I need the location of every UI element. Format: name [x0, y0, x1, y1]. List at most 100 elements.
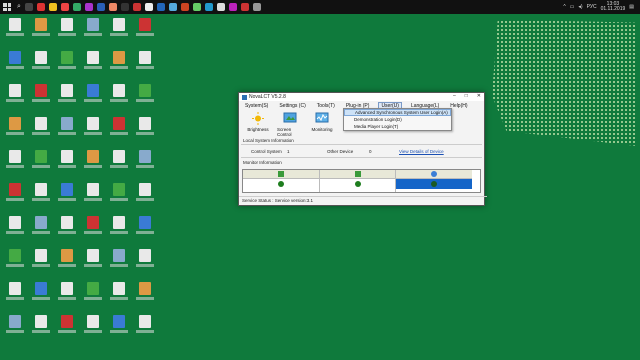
desktop-shortcut-icon[interactable] [134, 216, 156, 242]
desktop-shortcut-icon[interactable] [134, 51, 156, 77]
desktop-shortcut-icon[interactable] [56, 282, 78, 308]
app-icon[interactable] [72, 3, 81, 11]
notifications-icon[interactable]: ▤ [629, 4, 634, 10]
desktop-shortcut-icon[interactable] [30, 84, 52, 110]
desktop-shortcut-icon[interactable] [108, 117, 130, 143]
view-details-link[interactable]: View Details of Device [399, 149, 444, 154]
desktop-shortcut-icon[interactable] [4, 18, 26, 44]
app-icon[interactable] [120, 3, 129, 11]
monitor-card-1[interactable] [243, 170, 319, 192]
desktop-shortcut-icon[interactable] [108, 282, 130, 308]
novalct-task-icon[interactable] [252, 3, 261, 11]
desktop-shortcut-icon[interactable] [56, 249, 78, 275]
desktop-shortcut-icon[interactable] [82, 84, 104, 110]
close-button[interactable]: ✕ [477, 93, 481, 99]
app-icon[interactable] [60, 3, 69, 11]
desktop-shortcut-icon[interactable] [56, 84, 78, 110]
clock[interactable]: 13:03 01.11.2019 [601, 2, 626, 12]
desktop-shortcut-icon[interactable] [82, 183, 104, 209]
desktop-shortcut-icon[interactable] [82, 51, 104, 77]
desktop-shortcut-icon[interactable] [134, 117, 156, 143]
media-player-login-item[interactable]: Media Player Login(T) [344, 123, 451, 130]
desktop-shortcut-icon[interactable] [56, 315, 78, 341]
app-icon[interactable] [96, 3, 105, 11]
language-indicator[interactable]: РУС [587, 4, 597, 10]
app-icon[interactable] [228, 3, 237, 11]
desktop-shortcut-icon[interactable] [82, 117, 104, 143]
desktop-shortcut-icon[interactable] [134, 282, 156, 308]
search-icon[interactable]: ⌕ [17, 3, 21, 11]
demonstration-login-item[interactable]: Demonstration Login(D) [344, 116, 451, 123]
chevron-up-icon[interactable]: ^ [563, 4, 565, 10]
minimize-button[interactable]: – [453, 93, 456, 99]
app-icon[interactable] [240, 3, 249, 11]
brightness-button[interactable]: Brightness [245, 112, 271, 138]
desktop-shortcut-icon[interactable] [4, 216, 26, 242]
desktop-shortcut-icon[interactable] [82, 18, 104, 44]
desktop-shortcut-icon[interactable] [134, 84, 156, 110]
app-icon[interactable] [216, 3, 225, 11]
monitor-card-2[interactable] [319, 170, 396, 192]
app-icon[interactable] [180, 3, 189, 11]
desktop-shortcut-icon[interactable] [56, 117, 78, 143]
desktop-shortcut-icon[interactable] [108, 249, 130, 275]
desktop-shortcut-icon[interactable] [56, 18, 78, 44]
desktop-shortcut-icon[interactable] [30, 150, 52, 176]
desktop-shortcut-icon[interactable] [30, 18, 52, 44]
volume-icon[interactable]: ◂) [578, 4, 582, 10]
app-icon[interactable] [132, 3, 141, 11]
app-icon[interactable] [144, 3, 153, 11]
desktop-shortcut-icon[interactable] [82, 282, 104, 308]
maximize-button[interactable]: □ [465, 93, 468, 99]
desktop-shortcut-icon[interactable] [134, 249, 156, 275]
desktop-shortcut-icon[interactable] [4, 282, 26, 308]
desktop-shortcut-icon[interactable] [4, 183, 26, 209]
desktop-shortcut-icon[interactable] [134, 18, 156, 44]
desktop-shortcut-icon[interactable] [4, 84, 26, 110]
opera-icon[interactable] [36, 3, 45, 11]
menu-tools[interactable]: Tools(T) [315, 103, 337, 109]
desktop-shortcut-icon[interactable] [56, 51, 78, 77]
desktop-shortcut-icon[interactable] [4, 315, 26, 341]
screen-control-button[interactable]: Screen Control [277, 112, 303, 138]
app-icon[interactable] [204, 3, 213, 11]
desktop-shortcut-icon[interactable] [30, 117, 52, 143]
desktop-shortcut-icon[interactable] [82, 315, 104, 341]
start-button[interactable] [3, 3, 11, 11]
desktop-shortcut-icon[interactable] [56, 216, 78, 242]
desktop-shortcut-icon[interactable] [134, 183, 156, 209]
chrome-icon[interactable] [48, 3, 57, 11]
desktop-shortcut-icon[interactable] [30, 315, 52, 341]
menu-system[interactable]: System(S) [243, 103, 270, 109]
desktop-shortcut-icon[interactable] [30, 282, 52, 308]
app-icon[interactable] [168, 3, 177, 11]
app-icon[interactable] [192, 3, 201, 11]
desktop-shortcut-icon[interactable] [108, 216, 130, 242]
desktop-shortcut-icon[interactable] [108, 51, 130, 77]
desktop-shortcut-icon[interactable] [30, 183, 52, 209]
desktop-shortcut-icon[interactable] [108, 183, 130, 209]
desktop-shortcut-icon[interactable] [30, 51, 52, 77]
monitoring-button[interactable]: Monitoring [309, 112, 335, 138]
desktop-shortcut-icon[interactable] [108, 18, 130, 44]
desktop-shortcut-icon[interactable] [82, 249, 104, 275]
desktop-shortcut-icon[interactable] [30, 249, 52, 275]
desktop-shortcut-icon[interactable] [82, 150, 104, 176]
desktop-shortcut-icon[interactable] [30, 216, 52, 242]
menu-settings[interactable]: Settings (C) [277, 103, 307, 109]
advanced-sync-login-item[interactable]: Advanced Synchronous System User Login(A… [344, 109, 451, 116]
desktop-shortcut-icon[interactable] [4, 51, 26, 77]
task-view-icon[interactable] [24, 3, 33, 11]
desktop-shortcut-icon[interactable] [108, 315, 130, 341]
network-icon[interactable]: ▭ [570, 4, 575, 10]
desktop-shortcut-icon[interactable] [4, 117, 26, 143]
desktop-shortcut-icon[interactable] [56, 150, 78, 176]
desktop-shortcut-icon[interactable] [134, 315, 156, 341]
app-icon[interactable] [108, 3, 117, 11]
desktop-shortcut-icon[interactable] [4, 249, 26, 275]
app-icon[interactable] [84, 3, 93, 11]
desktop-shortcut-icon[interactable] [4, 150, 26, 176]
desktop-shortcut-icon[interactable] [56, 183, 78, 209]
app-icon[interactable] [156, 3, 165, 11]
desktop-shortcut-icon[interactable] [108, 84, 130, 110]
